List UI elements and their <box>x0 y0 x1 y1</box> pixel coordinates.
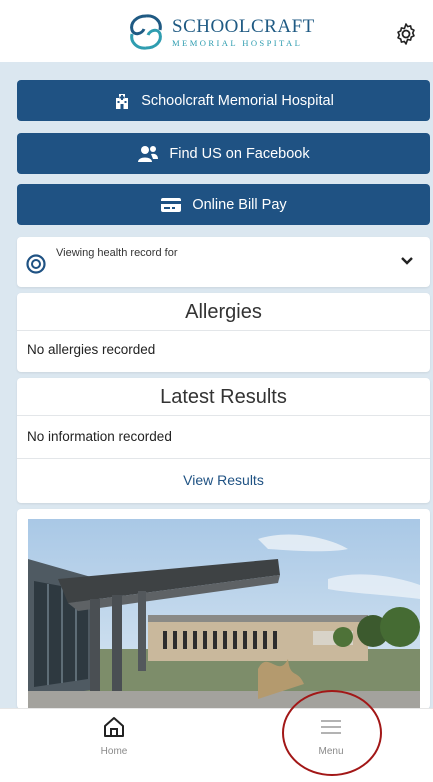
results-title: Latest Results <box>17 378 430 416</box>
person-circle-icon <box>26 254 46 274</box>
home-icon <box>104 717 124 737</box>
hospital-building-photo <box>28 519 420 709</box>
allergies-title: Allergies <box>17 293 430 331</box>
nav-home[interactable]: Home <box>86 715 142 757</box>
hospital-website-label: Schoolcraft Memorial Hospital <box>141 92 334 109</box>
allergies-text: No allergies recorded <box>27 342 156 357</box>
bill-pay-button[interactable]: Online Bill Pay <box>17 184 430 225</box>
hospital-icon <box>116 93 129 109</box>
annotation-circle <box>282 690 382 776</box>
gear-icon[interactable] <box>394 22 418 46</box>
hospital-photo-card <box>17 509 430 709</box>
app-header: SCHOOLCRAFT MEMORIAL HOSPITAL <box>0 0 433 62</box>
chevron-down-icon[interactable] <box>401 257 413 265</box>
viewing-label: Viewing health record for <box>56 247 178 259</box>
health-record-selector[interactable]: Viewing health record for <box>17 237 430 287</box>
facebook-label: Find US on Facebook <box>169 145 310 162</box>
latest-results-card: Latest Results No information recorded V… <box>17 378 430 503</box>
view-results-link[interactable]: View Results <box>17 459 430 501</box>
hospital-website-button[interactable]: Schoolcraft Memorial Hospital <box>17 80 430 121</box>
home-label: Home <box>100 746 128 757</box>
credit-card-icon <box>161 197 182 212</box>
logo-name: SCHOOLCRAFT <box>172 15 315 37</box>
results-text: No information recorded <box>17 416 430 459</box>
hospital-logo[interactable]: SCHOOLCRAFT MEMORIAL HOSPITAL <box>126 9 322 55</box>
logo-mark-icon <box>130 14 162 50</box>
bill-pay-label: Online Bill Pay <box>192 196 287 213</box>
facebook-button[interactable]: Find US on Facebook <box>17 133 430 174</box>
allergies-card: Allergies No allergies recorded <box>17 293 430 372</box>
logo-subtitle: MEMORIAL HOSPITAL <box>172 37 303 48</box>
people-icon <box>138 145 159 162</box>
